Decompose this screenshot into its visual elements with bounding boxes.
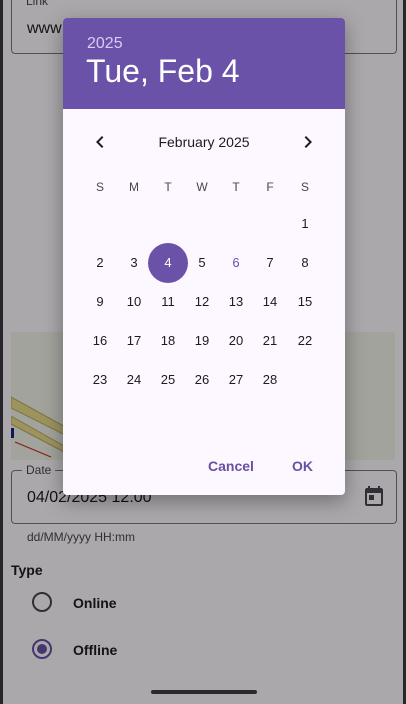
cancel-button[interactable]: Cancel [208,458,254,474]
calendar-day[interactable]: 10 [117,285,151,319]
calendar-day[interactable]: 27 [219,363,253,397]
ok-button[interactable]: OK [292,458,313,474]
calendar-day[interactable]: 16 [83,324,117,358]
gesture-nav-handle[interactable] [151,690,257,694]
calendar-day[interactable]: 26 [185,363,219,397]
calendar-day[interactable]: 11 [151,285,185,319]
weekday-label: F [266,180,274,194]
chevron-right-icon [304,136,312,148]
calendar-day[interactable]: 12 [185,285,219,319]
date-picker-header: 2025 Tue, Feb 4 [63,18,345,109]
weekday-label: T [164,180,172,194]
calendar-day[interactable]: 17 [117,324,151,358]
calendar-day[interactable]: 7 [253,246,287,280]
weekday-label: T [232,180,240,194]
header-selected-date: Tue, Feb 4 [86,53,240,89]
calendar-day[interactable]: 19 [185,324,219,358]
calendar-day[interactable]: 21 [253,324,287,358]
calendar-day[interactable]: 8 [288,246,322,280]
weekday-label: M [129,180,139,194]
calendar-day[interactable]: 25 [151,363,185,397]
calendar-day[interactable]: 24 [117,363,151,397]
date-picker-dialog: 2025 Tue, Feb 4 February 2025 SMTWTFS 12… [63,18,345,495]
calendar-day[interactable]: 9 [83,285,117,319]
calendar-day[interactable]: 3 [117,246,151,280]
calendar-day[interactable]: 28 [253,363,287,397]
calendar-day[interactable]: 18 [151,324,185,358]
calendar-day[interactable]: 22 [288,324,322,358]
weekday-label: S [95,180,104,194]
weekday-label: W [196,180,208,194]
calendar-day[interactable]: 6 [219,246,253,280]
next-month-button[interactable] [294,128,322,156]
weekday-label: S [300,180,309,194]
calendar-day[interactable]: 5 [185,246,219,280]
calendar-day[interactable]: 13 [219,285,253,319]
calendar-day[interactable]: 1 [288,207,322,241]
calendar-day[interactable]: 23 [83,363,117,397]
header-year[interactable]: 2025 [87,35,123,53]
calendar-day[interactable]: 20 [219,324,253,358]
calendar-day[interactable]: 2 [83,246,117,280]
calendar-day[interactable]: 14 [253,285,287,319]
calendar-day[interactable]: 15 [288,285,322,319]
calendar-day-selected[interactable]: 4 [148,243,188,283]
